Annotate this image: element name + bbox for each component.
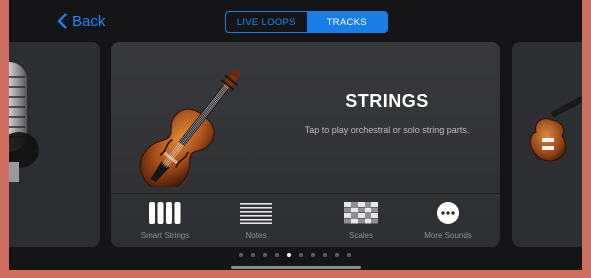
tab-live-loops[interactable]: LIVE LOOPS	[226, 12, 307, 32]
back-label: Back	[72, 12, 106, 30]
page-dot[interactable]	[347, 253, 351, 257]
notes-icon	[240, 203, 272, 224]
bass-guitar-icon	[529, 93, 582, 162]
option-notes[interactable]: Notes	[216, 202, 296, 240]
more-sounds-icon	[437, 202, 459, 224]
option-scales[interactable]: Scales	[321, 202, 401, 240]
view-segmented-control: LIVE LOOPS TRACKS	[225, 11, 388, 33]
instrument-subtitle: Tap to play orchestral or solo string pa…	[304, 125, 470, 135]
instrument-card-strings[interactable]: STRINGS Tap to play orchestral or solo s…	[111, 42, 500, 247]
page-dot[interactable]	[299, 253, 303, 257]
page-dot[interactable]	[251, 253, 255, 257]
chevron-left-icon	[57, 13, 67, 29]
page-dot-current[interactable]	[287, 253, 291, 257]
page-dot[interactable]	[335, 253, 339, 257]
tab-tracks[interactable]: TRACKS	[306, 12, 387, 32]
option-label: Smart Strings	[140, 231, 190, 240]
page-dot[interactable]	[263, 253, 267, 257]
page-dot[interactable]	[275, 253, 279, 257]
option-label: More Sounds	[424, 231, 472, 240]
page-indicator	[239, 253, 351, 257]
card-divider	[111, 193, 500, 194]
violin-icon	[139, 69, 241, 187]
home-indicator[interactable]	[231, 266, 361, 269]
garageband-sound-browser: Back LIVE LOOPS TRACKS STRINGS Tap to pl…	[9, 0, 582, 270]
instrument-title: STRINGS	[345, 91, 429, 111]
option-label: Scales	[348, 231, 373, 240]
smart-strings-icon	[149, 202, 181, 224]
page-dot[interactable]	[239, 253, 243, 257]
back-button[interactable]: Back	[57, 12, 105, 30]
page-dot[interactable]	[323, 253, 327, 257]
instrument-card-previous[interactable]	[9, 42, 100, 247]
option-more-sounds[interactable]: More Sounds	[408, 202, 488, 240]
option-label: Notes	[245, 231, 267, 240]
scales-icon	[344, 202, 378, 224]
instrument-card-next[interactable]	[512, 42, 582, 247]
option-smart-strings[interactable]: Smart Strings	[125, 202, 205, 240]
microphone-icon	[9, 62, 39, 182]
page-dot[interactable]	[311, 253, 315, 257]
top-bar: Back LIVE LOOPS TRACKS	[9, 0, 582, 40]
